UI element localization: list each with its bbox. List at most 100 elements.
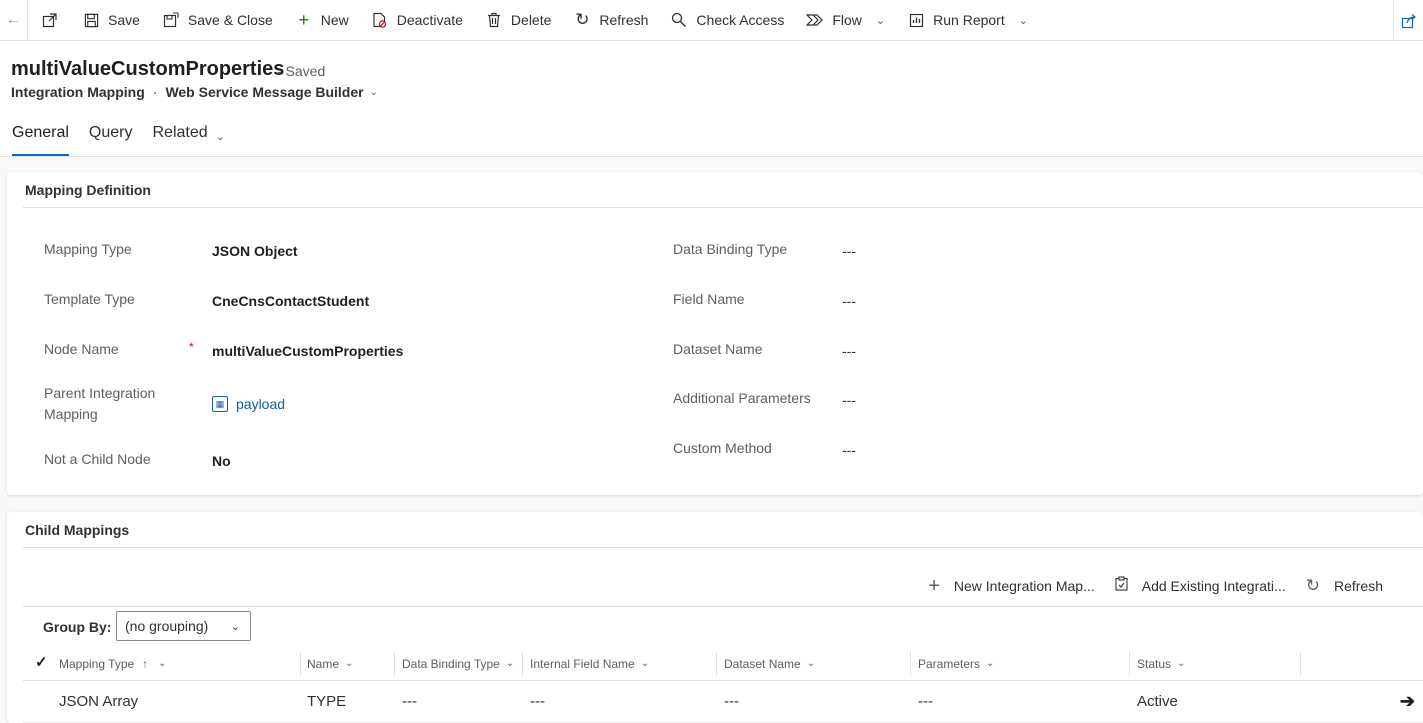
column-separator[interactable] [300, 652, 301, 675]
field-label-not-a-child-node: Not a Child Node [44, 451, 151, 467]
mapping-definition-section: Mapping Definition Mapping Type JSON Obj… [7, 172, 1423, 495]
grid-header: Mapping Type ↑ ⌄ Name ⌄ Data Binding Typ… [23, 646, 1423, 681]
chevron-down-icon: ⌄ [345, 658, 354, 669]
field-value-node-name[interactable]: multiValueCustomProperties [212, 343, 403, 359]
column-header-internal-field-name[interactable]: Internal Field Name ⌄ [530, 646, 649, 681]
field-value-custom-method[interactable]: --- [842, 442, 856, 458]
column-separator[interactable] [394, 652, 395, 675]
column-separator[interactable] [1300, 652, 1301, 675]
chevron-down-icon: ⌄ [986, 658, 995, 669]
section-title: Child Mappings [25, 522, 130, 538]
section-divider [23, 207, 1423, 208]
entity-name: Integration Mapping [11, 84, 145, 100]
delete-button[interactable]: Delete [475, 0, 563, 41]
new-button[interactable]: + New [285, 0, 361, 41]
chevron-down-icon: ⌄ [230, 620, 240, 633]
flow-icon [806, 11, 824, 29]
tab-related[interactable]: Related ⌄ [153, 122, 225, 156]
column-separator[interactable] [910, 652, 911, 675]
record-subtitle: Integration Mapping · Web Service Messag… [11, 84, 378, 100]
field-label-parent-integration-mapping: Parent Integration Mapping [44, 385, 156, 422]
check-access-button[interactable]: Check Access [660, 0, 796, 41]
popout-icon [42, 13, 57, 28]
separator-dot: · [152, 84, 158, 100]
refresh-button[interactable]: ↻ Refresh [563, 0, 660, 41]
column-header-status[interactable]: Status ⌄ [1137, 646, 1185, 681]
cell-status: Active [1137, 692, 1178, 710]
saved-status: - Saved [277, 63, 326, 79]
field-label-data-binding-type: Data Binding Type [673, 241, 788, 257]
section-title: Mapping Definition [25, 182, 151, 198]
add-existing-integration-label: Add Existing Integrati... [1141, 578, 1286, 594]
field-value-additional-parameters[interactable]: --- [842, 392, 856, 408]
field-value-field-name[interactable]: --- [842, 293, 856, 309]
required-marker: * [189, 340, 194, 354]
sort-ascending-icon: ↑ [142, 656, 149, 671]
open-record-arrow-icon[interactable]: ➔ [1400, 691, 1415, 712]
column-separator[interactable] [522, 652, 523, 675]
save-close-button[interactable]: Save & Close [152, 0, 285, 41]
parent-mapping-link[interactable]: payload [236, 396, 285, 412]
column-header-data-binding-type[interactable]: Data Binding Type ⌄ [402, 646, 514, 681]
save-label: Save [108, 12, 140, 28]
group-by-select[interactable]: (no grouping) ⌄ [116, 611, 251, 641]
column-header-label: Mapping Type [59, 656, 135, 671]
parent-mapping-lookup[interactable]: ▦ payload [212, 396, 285, 412]
field-label-template-type: Template Type [44, 291, 135, 307]
field-label-node-name: Node Name [44, 341, 119, 357]
search-icon [670, 11, 688, 29]
field-value-dataset-name[interactable]: --- [842, 343, 856, 359]
tab-query-label: Query [88, 124, 133, 141]
field-label-additional-parameters: Additional Parameters [673, 390, 811, 406]
field-label-mapping-type: Mapping Type [44, 241, 132, 257]
back-button[interactable]: ← [0, 0, 28, 41]
field-value-mapping-type[interactable]: JSON Object [212, 243, 298, 259]
cell-parameters: --- [918, 692, 933, 710]
record-header: multiValueCustomProperties - Saved Integ… [0, 41, 1423, 157]
field-value-not-a-child-node[interactable]: No [212, 453, 231, 469]
tab-query[interactable]: Query [89, 122, 133, 156]
column-header-parameters[interactable]: Parameters ⌄ [918, 646, 994, 681]
run-report-label: Run Report [933, 12, 1005, 28]
group-by-value: (no grouping) [125, 618, 209, 634]
report-icon [907, 11, 925, 29]
tab-related-label: Related [152, 124, 208, 141]
subgrid-refresh-button[interactable]: ↻ Refresh [1306, 576, 1383, 596]
column-header-label: Status [1137, 656, 1172, 671]
subgrid-refresh-label: Refresh [1333, 578, 1383, 594]
arrow-left-icon: ← [5, 11, 22, 28]
form-selector[interactable]: Web Service Message Builder [165, 84, 363, 100]
field-value-data-binding-type[interactable]: --- [842, 243, 856, 259]
column-header-label: Name [307, 656, 340, 671]
column-header-dataset-name[interactable]: Dataset Name ⌄ [724, 646, 815, 681]
column-separator[interactable] [1129, 652, 1130, 675]
open-in-new-window-button[interactable] [28, 0, 72, 41]
cell-mapping-type[interactable]: JSON Array [59, 683, 138, 719]
chevron-down-icon: ⌄ [875, 14, 886, 27]
command-bar: ← Save Save & Close + New Deactivate Del… [0, 0, 1423, 41]
tab-general-label: General [12, 124, 69, 141]
cell-data-binding-type: --- [402, 692, 417, 710]
deactivate-button[interactable]: Deactivate [361, 0, 475, 41]
column-separator[interactable] [716, 652, 717, 675]
tab-general[interactable]: General [12, 122, 69, 156]
column-header-mapping-type[interactable]: Mapping Type ↑ ⌄ [59, 646, 167, 681]
entity-record-icon: ▦ [212, 396, 228, 412]
save-icon [82, 11, 100, 29]
table-row[interactable]: JSON Array TYPE --- --- --- --- Active ➔ [23, 683, 1423, 723]
refresh-icon: ↻ [575, 10, 590, 29]
field-value-template-type[interactable]: CneCnsContactStudent [212, 293, 369, 309]
chevron-down-icon: ⌄ [158, 658, 167, 669]
new-integration-mapping-button[interactable]: + New Integration Map... [928, 575, 1095, 598]
chevron-down-icon[interactable]: ⌄ [370, 87, 378, 98]
new-label: New [320, 12, 349, 28]
new-integration-mapping-label: New Integration Map... [953, 578, 1095, 594]
add-existing-integration-button[interactable]: Add Existing Integrati... [1115, 576, 1286, 596]
chevron-down-icon: ⌄ [1177, 658, 1186, 669]
save-button[interactable]: Save [72, 0, 152, 41]
column-header-name[interactable]: Name ⌄ [307, 646, 353, 681]
flow-button[interactable]: Flow ⌄ [796, 0, 897, 41]
run-report-button[interactable]: Run Report ⌄ [897, 0, 1040, 41]
share-button[interactable] [1393, 0, 1423, 41]
cell-name: TYPE [307, 692, 347, 710]
